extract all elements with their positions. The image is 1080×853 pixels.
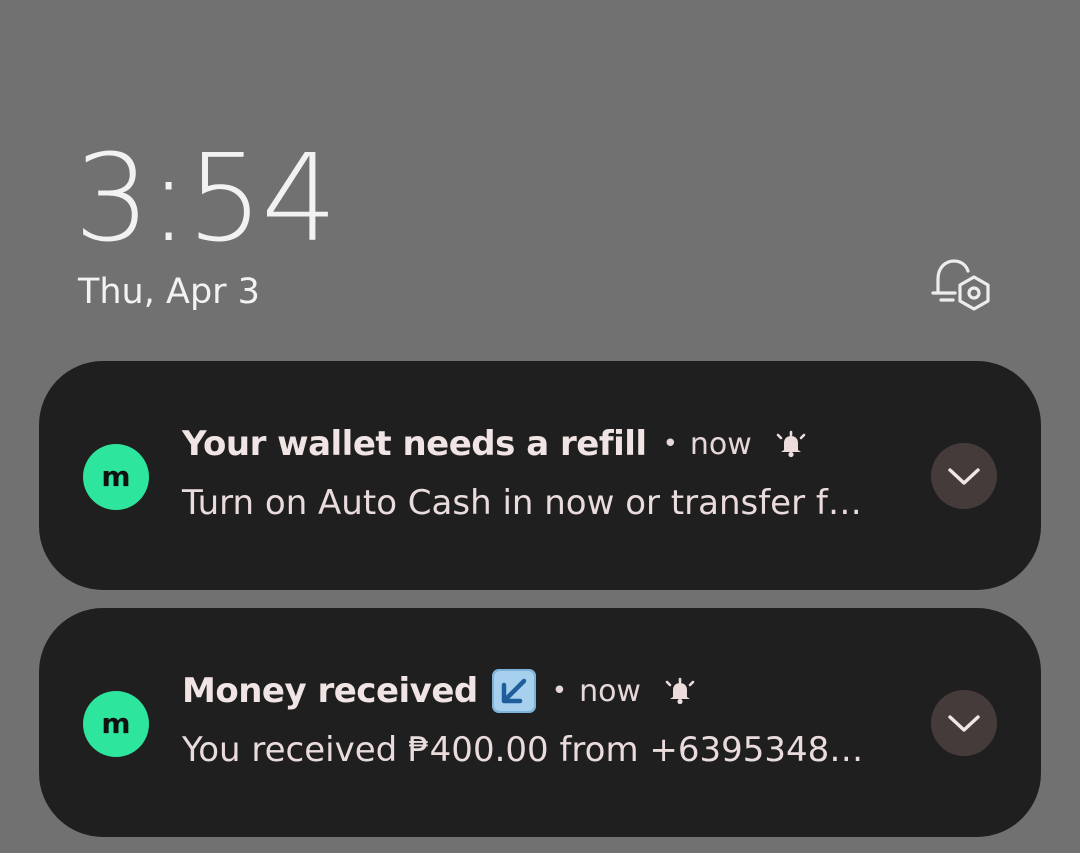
notification-title: Your wallet needs a refill — [182, 424, 647, 464]
separator-dot: • — [662, 429, 678, 459]
expand-button[interactable] — [931, 443, 997, 509]
expand-button[interactable] — [931, 690, 997, 756]
separator-dot: • — [551, 676, 568, 706]
svg-text:m: m — [101, 707, 130, 740]
notification-header: Your wallet needs a refill • now — [182, 419, 806, 469]
notification-card-money-received[interactable]: m Money received • now You received ₱400… — [39, 608, 1041, 837]
chevron-down-icon — [948, 715, 980, 732]
notification-header: Money received • now — [182, 666, 695, 716]
notification-card-wallet-refill[interactable]: m Your wallet needs a refill • now Turn … — [39, 361, 1041, 590]
chevron-down-icon — [948, 468, 980, 485]
notification-body: Turn on Auto Cash in now or transfer f… — [182, 483, 862, 523]
alarm-bell-icon — [776, 429, 806, 459]
notification-time: now — [579, 673, 641, 709]
arrow-down-left-emoji-icon — [491, 669, 536, 713]
alarm-bell-icon — [665, 676, 695, 706]
notification-title: Money received — [182, 671, 478, 711]
notification-time: now — [689, 426, 752, 462]
svg-text:m: m — [101, 460, 130, 493]
lockscreen-clock: 3:54 — [74, 130, 337, 269]
notification-body: You received ₱400.00 from +6395348… — [182, 730, 864, 770]
maya-app-icon: m — [83, 691, 149, 757]
lockscreen-date: Thu, Apr 3 — [78, 272, 260, 312]
maya-app-icon: m — [83, 444, 149, 510]
notification-settings-icon[interactable] — [928, 255, 994, 315]
